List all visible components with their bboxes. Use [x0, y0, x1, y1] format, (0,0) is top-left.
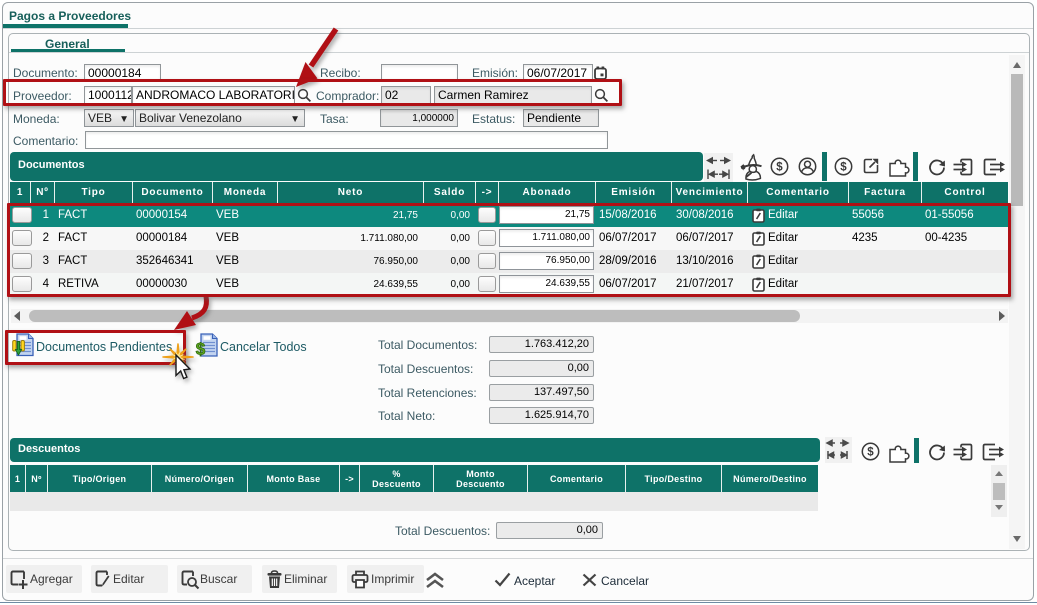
svg-text:$: $ — [840, 162, 847, 174]
svg-text:$: $ — [867, 447, 874, 459]
svg-text:$: $ — [776, 162, 783, 174]
